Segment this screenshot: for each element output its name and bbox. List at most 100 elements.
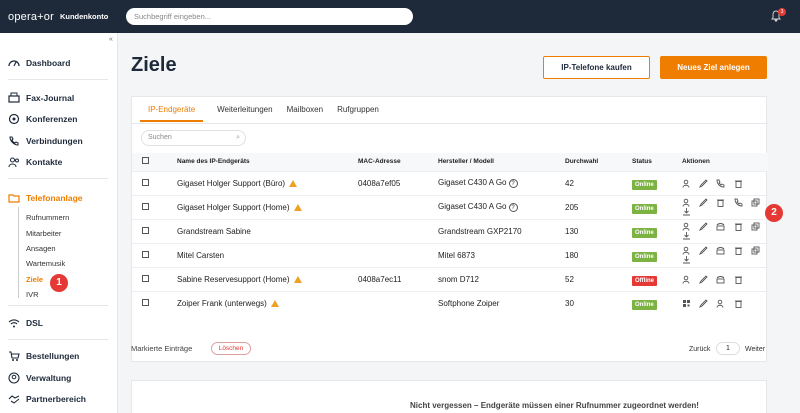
sidebar-item-konferenzen[interactable]: Konferenzen [8, 113, 77, 125]
qr-code-icon[interactable] [682, 299, 691, 308]
column-header-name[interactable]: Name des IP-Endgeräts [177, 153, 358, 171]
sidebar-subitem-ivr[interactable]: IVR [26, 290, 39, 299]
row-checkbox[interactable] [142, 226, 149, 234]
table-row[interactable]: Gigaset Holger Support (Büro) 0408a7ef05… [132, 170, 768, 195]
tabs-divider [132, 123, 768, 124]
logo-subtitle: Kundenkonto [59, 12, 109, 21]
desk-phone-icon[interactable] [716, 275, 725, 284]
sidebar-item-dsl[interactable]: DSL [8, 317, 43, 329]
sidebar-subitem-rufnummern[interactable]: Rufnummern [26, 213, 69, 222]
table-row[interactable]: Sabine Reservesupport (Home) 0408a7ec11 … [132, 266, 768, 291]
copy-icon[interactable] [751, 222, 760, 231]
edit-icon[interactable] [699, 222, 708, 231]
sidebar-item-label: Partnerbereich [26, 394, 86, 404]
sidebar-subitem-mitarbeiter[interactable]: Mitarbeiter [26, 229, 61, 238]
search-placeholder: Suchen [148, 134, 172, 141]
collapse-sidebar-icon[interactable]: « [109, 36, 113, 43]
sidebar-item-verwaltung[interactable]: Verwaltung [8, 372, 71, 384]
sidebar-item-fax-journal[interactable]: Fax-Journal [8, 92, 74, 104]
assign-user-icon[interactable] [682, 275, 691, 284]
call-icon[interactable] [716, 179, 725, 188]
tab-mailboxen[interactable]: Mailboxen [287, 105, 323, 122]
edit-icon[interactable] [699, 275, 708, 284]
notification-badge: 3 [778, 8, 786, 16]
column-header-extension[interactable]: Durchwahl [565, 153, 632, 171]
delete-icon[interactable] [734, 275, 743, 284]
pagination-page-input[interactable]: 1 [716, 342, 740, 355]
tab-rufgruppen[interactable]: Rufgruppen [337, 105, 379, 122]
sidebar-subitem-ansagen[interactable]: Ansagen [26, 244, 56, 253]
table-row[interactable]: Grandstream Sabine Grandstream GXP2170 1… [132, 218, 768, 243]
table-row[interactable]: Gigaset Holger Support (Home) Gigaset C4… [132, 194, 768, 219]
sidebar-item-verbindungen[interactable]: Verbindungen [8, 135, 83, 147]
help-icon[interactable]: ? [508, 203, 518, 212]
tab-weiterleitungen[interactable]: Weiterleitungen [217, 105, 272, 122]
download-icon[interactable] [682, 207, 691, 216]
delete-selected-button[interactable]: Löschen [211, 342, 251, 355]
copy-icon[interactable] [751, 198, 760, 207]
sidebar-divider [8, 305, 108, 306]
sidebar-subitem-wartemusik[interactable]: Wartemusik [26, 259, 65, 268]
delete-icon[interactable] [734, 222, 743, 231]
select-all-checkbox[interactable] [142, 157, 149, 165]
call-icon[interactable] [734, 198, 743, 207]
column-header-model[interactable]: Hersteller / Modell [438, 153, 565, 171]
delete-icon[interactable] [734, 299, 743, 308]
select-all-header[interactable] [132, 153, 177, 171]
extension: 42 [565, 170, 632, 195]
row-checkbox[interactable] [142, 202, 149, 210]
copy-icon[interactable] [751, 246, 760, 255]
sidebar-item-kontakte[interactable]: Kontakte [8, 156, 62, 168]
table-row[interactable]: Zoiper Frank (unterwegs) Softphone Zoipe… [132, 290, 768, 315]
tab-ip-endgeraete[interactable]: IP-Endgeräte [140, 105, 204, 122]
column-header-status[interactable]: Status [632, 153, 682, 171]
help-icon[interactable]: ? [508, 179, 518, 188]
edit-icon[interactable] [699, 299, 708, 308]
column-header-actions: Aktionen [682, 153, 768, 171]
tab-bar: IP-Endgeräte Weiterleitungen Mailboxen R… [140, 105, 393, 122]
column-header-mac[interactable]: MAC-Adresse [358, 153, 438, 171]
sidebar-item-partnerbereich[interactable]: Partnerbereich [8, 393, 86, 405]
delete-icon[interactable] [716, 198, 725, 207]
mac-address [358, 290, 438, 315]
extension: 30 [565, 290, 632, 315]
pagination-prev[interactable]: Zurück [689, 346, 710, 353]
row-checkbox[interactable] [142, 178, 149, 186]
assign-user-icon[interactable] [682, 246, 691, 255]
assign-user-icon[interactable] [682, 198, 691, 207]
edit-icon[interactable] [699, 198, 708, 207]
extension: 52 [565, 266, 632, 291]
device-name: Grandstream Sabine [177, 218, 358, 243]
desk-phone-icon[interactable] [716, 246, 725, 255]
desk-phone-icon[interactable] [716, 222, 725, 231]
edit-icon[interactable] [699, 246, 708, 255]
sidebar-item-dashboard[interactable]: Dashboard [8, 57, 70, 69]
row-checkbox[interactable] [142, 250, 149, 258]
mac-address [358, 194, 438, 219]
logo-area[interactable]: opera+or Kundenkonto [0, 0, 118, 33]
sidebar-item-telefonanlage[interactable]: Telefonanlage [8, 192, 83, 204]
assign-user-icon[interactable] [716, 299, 725, 308]
status-badge: Online [632, 251, 657, 262]
table-search-input[interactable]: Suchen ⌕ [141, 130, 246, 146]
delete-icon[interactable] [734, 246, 743, 255]
edit-icon[interactable] [699, 179, 708, 188]
status-badge: Online [632, 179, 657, 190]
download-icon[interactable] [682, 255, 691, 264]
sidebar-subitem-ziele[interactable]: Ziele [26, 275, 43, 284]
new-target-button[interactable]: Neues Ziel anlegen [660, 56, 767, 79]
device-name: Mitel Carsten [177, 242, 358, 267]
assign-user-icon[interactable] [682, 179, 691, 188]
assign-user-icon[interactable] [682, 222, 691, 231]
buy-ip-phones-button[interactable]: IP-Telefone kaufen [543, 56, 650, 79]
extension: 180 [565, 242, 632, 267]
sidebar-item-bestellungen[interactable]: Bestellungen [8, 350, 79, 362]
pagination-next[interactable]: Weiter [745, 346, 765, 353]
row-checkbox[interactable] [142, 298, 149, 306]
devices-table: Name des IP-Endgeräts MAC-Adresse Herste… [132, 153, 768, 315]
row-checkbox[interactable] [142, 274, 149, 282]
delete-icon[interactable] [734, 179, 743, 188]
global-search-input[interactable]: Suchbegriff eingeben... [126, 8, 413, 25]
download-icon[interactable] [682, 231, 691, 240]
table-row[interactable]: Mitel Carsten Mitel 6873 180 Online [132, 242, 768, 267]
